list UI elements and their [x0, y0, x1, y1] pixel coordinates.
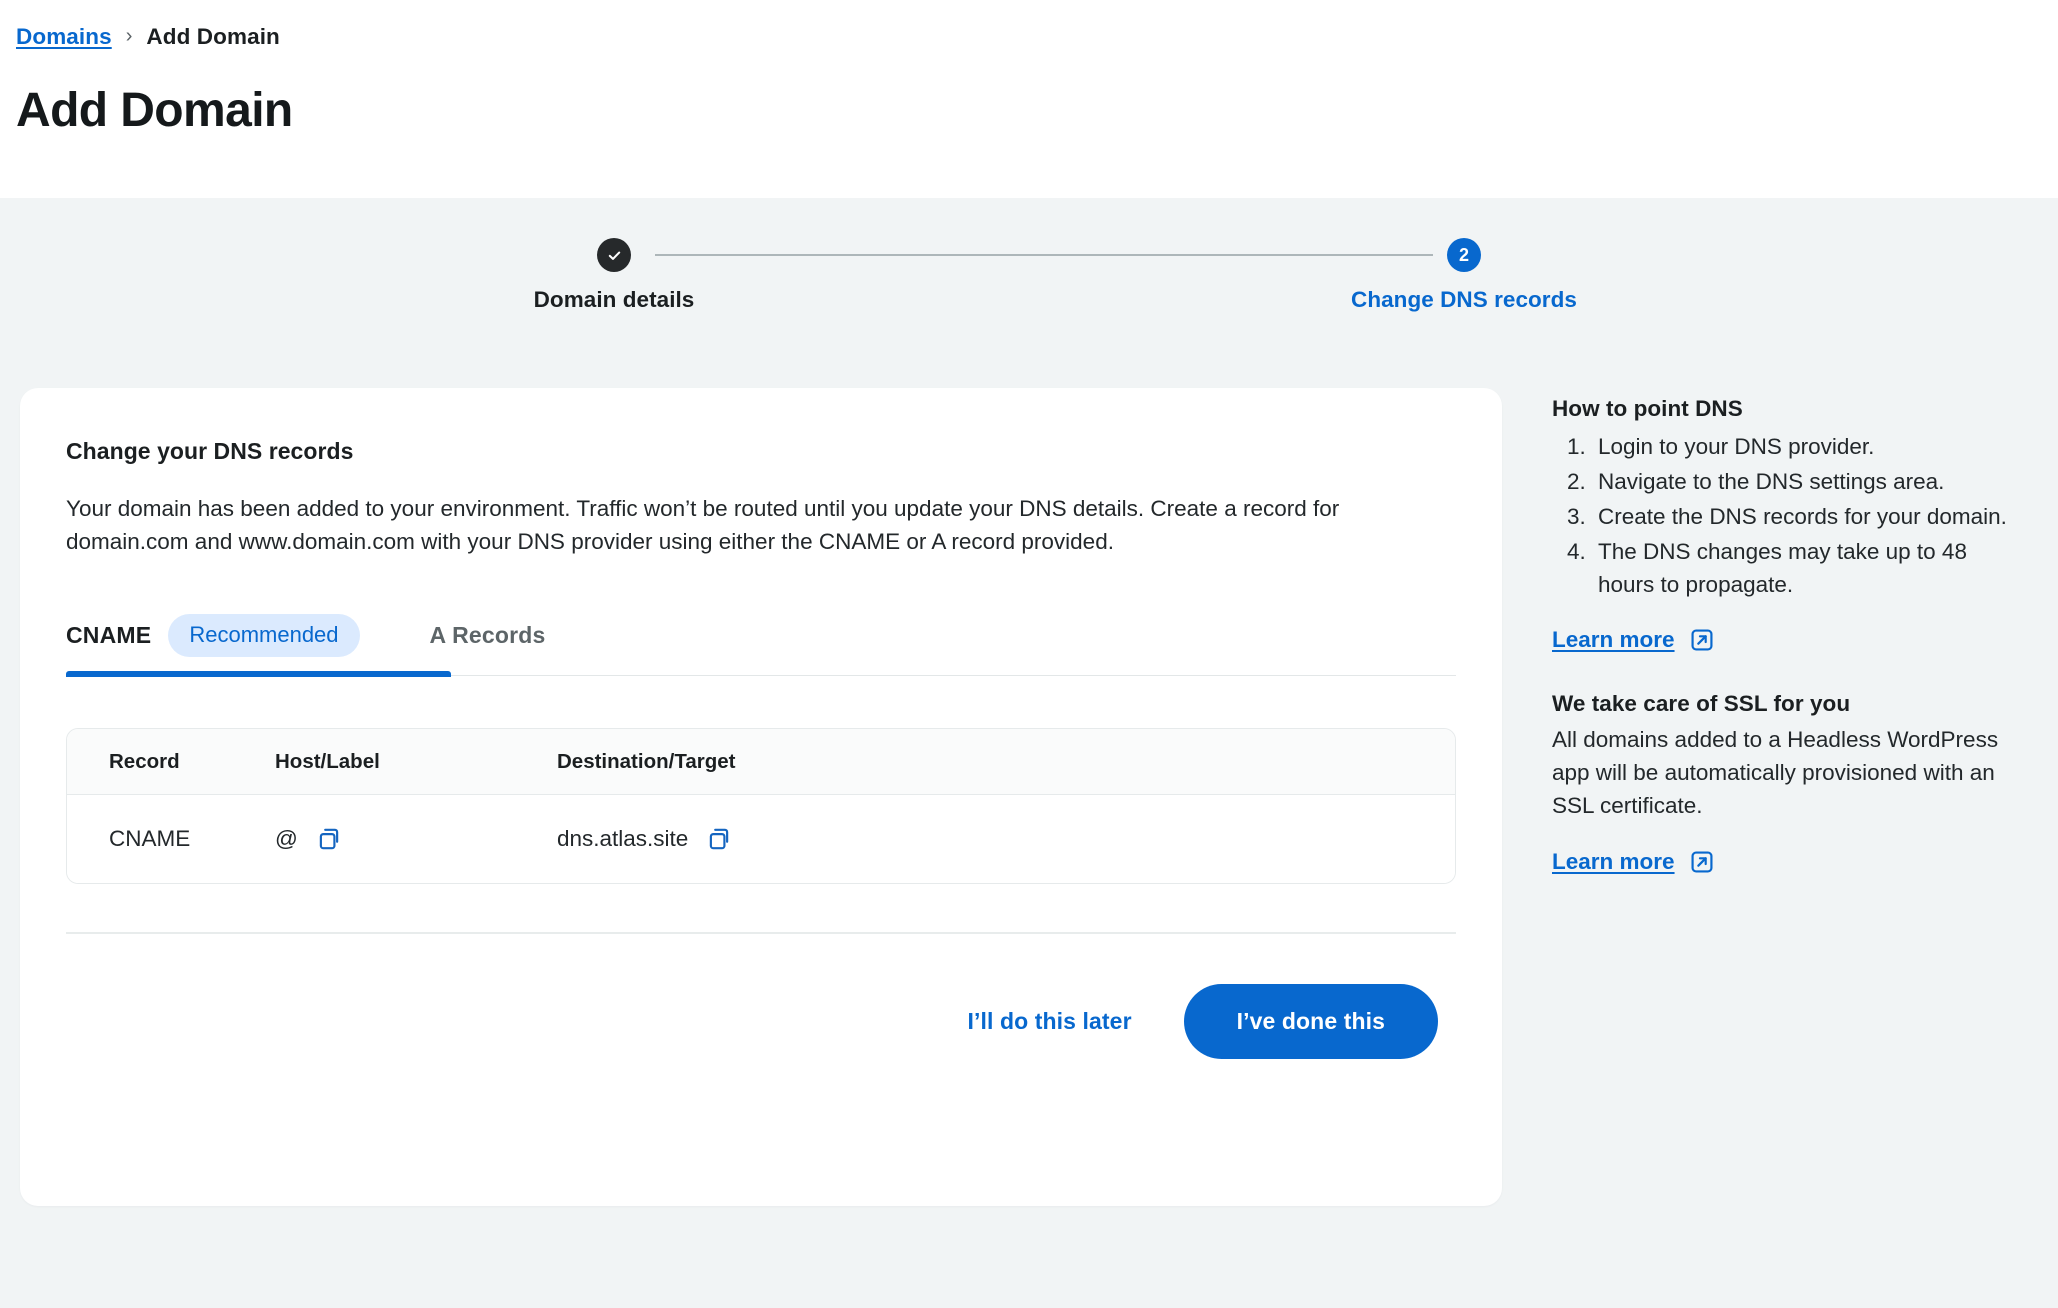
stepper: Domain details 2 Change DNS records: [0, 198, 2058, 388]
step-label-domain-details: Domain details: [534, 287, 695, 313]
cell-destination-target: dns.atlas.site: [557, 822, 1455, 856]
column-header-record: Record: [67, 750, 275, 774]
card-actions: I’ll do this later I’ve done this: [66, 934, 1456, 1059]
active-tab-indicator: [66, 671, 451, 677]
card-description: Your domain has been added to your envir…: [66, 493, 1456, 558]
external-link-icon: [1689, 627, 1715, 653]
how-to-point-dns-heading: How to point DNS: [1552, 396, 2012, 422]
list-item: Login to your DNS provider.: [1592, 430, 2012, 463]
copy-icon-destination[interactable]: [702, 822, 736, 856]
learn-more-label-ssl: Learn more: [1552, 849, 1675, 875]
cell-destination-value: dns.atlas.site: [557, 826, 688, 852]
tab-a-records-label: A Records: [430, 622, 546, 649]
stepper-zone: Domain details 2 Change DNS records: [0, 198, 2058, 388]
tab-cname[interactable]: CNAME Recommended: [66, 598, 384, 672]
card-title: Change your DNS records: [66, 438, 1456, 465]
list-item: Create the DNS records for your domain.: [1592, 500, 2012, 533]
tab-cname-label: CNAME: [66, 622, 151, 649]
page-header: Domains › Add Domain Add Domain: [0, 0, 2058, 198]
stepper-step-domain-details[interactable]: Domain details: [434, 238, 794, 313]
help-sidebar: How to point DNS Login to your DNS provi…: [1552, 388, 2012, 875]
how-to-point-dns-block: How to point DNS Login to your DNS provi…: [1552, 396, 2012, 653]
breadcrumb-current: Add Domain: [146, 24, 280, 50]
ssl-text: All domains added to a Headless WordPres…: [1552, 723, 2012, 822]
external-link-icon: [1689, 849, 1715, 875]
breadcrumb: Domains › Add Domain: [16, 18, 2058, 56]
page-title: Add Domain: [16, 85, 2058, 138]
column-header-destination-target: Destination/Target: [557, 750, 1455, 774]
step-label-change-dns-records: Change DNS records: [1351, 287, 1577, 313]
stepper-step-change-dns-records[interactable]: 2 Change DNS records: [1284, 238, 1644, 313]
tab-cname-recommended-badge: Recommended: [168, 614, 359, 657]
how-to-point-dns-list: Login to your DNS provider. Navigate to …: [1552, 430, 2012, 601]
ive-done-this-button[interactable]: I’ve done this: [1184, 984, 1438, 1059]
step-bubble-current: 2: [1447, 238, 1481, 272]
cell-host-label: @: [275, 822, 557, 856]
cell-host-value: @: [275, 826, 298, 852]
column-header-host-label: Host/Label: [275, 750, 557, 774]
content-area: Change your DNS records Your domain has …: [0, 388, 2058, 1206]
copy-icon-host[interactable]: [312, 822, 346, 856]
tab-a-records[interactable]: A Records: [384, 598, 546, 672]
breadcrumb-link-domains[interactable]: Domains: [16, 24, 112, 50]
table-header-row: Record Host/Label Destination/Target: [67, 729, 1455, 795]
ssl-info-block: We take care of SSL for you All domains …: [1552, 691, 2012, 874]
learn-more-link-dns[interactable]: Learn more: [1552, 627, 1715, 653]
dns-records-card: Change your DNS records Your domain has …: [20, 388, 1502, 1206]
cell-record-type: CNAME: [67, 826, 275, 852]
chevron-right-icon: ›: [126, 26, 133, 46]
step-bubble-completed: [597, 238, 631, 272]
record-type-tabs: CNAME Recommended A Records: [66, 598, 1456, 676]
ssl-heading: We take care of SSL for you: [1552, 691, 2012, 717]
dns-records-table: Record Host/Label Destination/Target CNA…: [66, 728, 1456, 884]
list-item: Navigate to the DNS settings area.: [1592, 465, 2012, 498]
learn-more-label-dns: Learn more: [1552, 627, 1675, 653]
do-this-later-button[interactable]: I’ll do this later: [952, 998, 1148, 1045]
check-icon: [606, 247, 623, 264]
table-row: CNAME @ dns.atlas.site: [67, 795, 1455, 883]
list-item: The DNS changes may take up to 48 hours …: [1592, 535, 2012, 601]
learn-more-link-ssl[interactable]: Learn more: [1552, 849, 1715, 875]
